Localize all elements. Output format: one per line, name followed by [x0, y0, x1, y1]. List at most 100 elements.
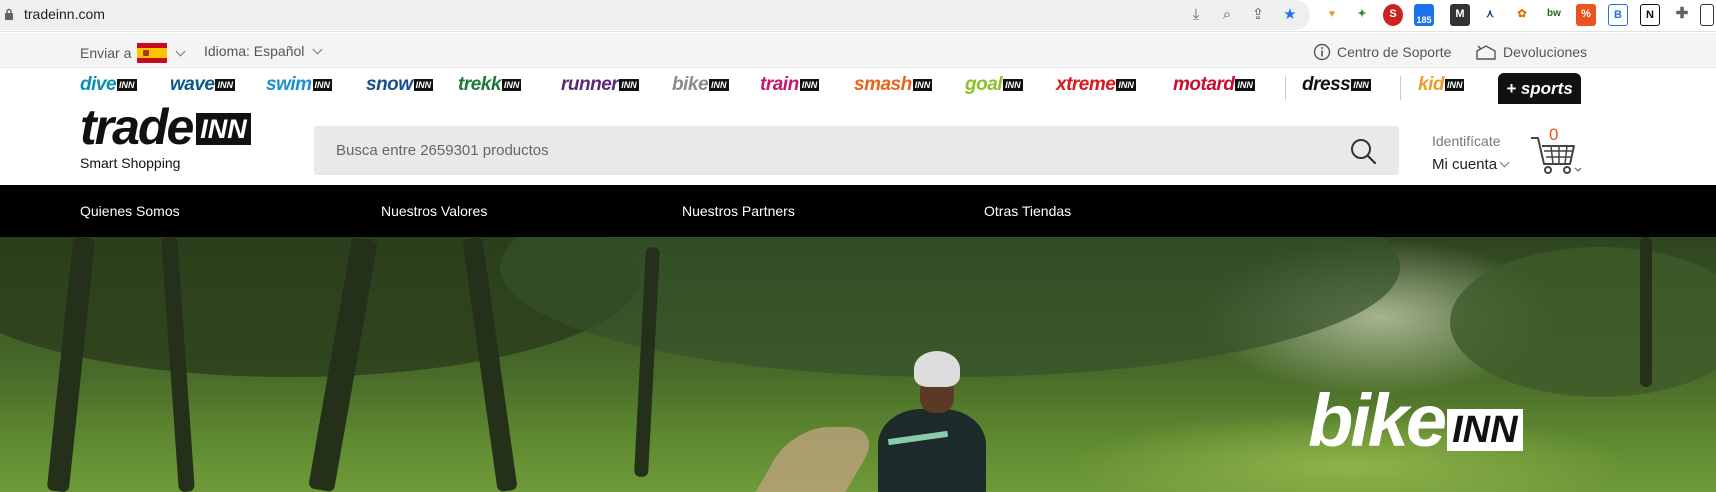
hero-brand-main: bike	[1308, 379, 1447, 462]
brand-name: snow	[366, 74, 413, 95]
brand-link-xtreme[interactable]: xtreme INN	[1056, 74, 1136, 96]
return-box-icon	[1476, 45, 1496, 60]
brand-name: motard	[1173, 74, 1235, 95]
m-extension-icon[interactable]: M	[1450, 4, 1470, 26]
brand-link-motard[interactable]: motard INN	[1173, 74, 1255, 96]
ship-to-label: Enviar a	[80, 45, 132, 61]
brand-link-runner[interactable]: runner INN	[561, 74, 639, 96]
foliage	[1450, 247, 1716, 397]
sidepanel-icon[interactable]	[1700, 4, 1714, 26]
cart-icon	[1531, 137, 1582, 174]
brand-divider	[1285, 76, 1286, 100]
cart-count: 0	[1549, 125, 1559, 144]
extension-badge: 185	[1416, 15, 1432, 25]
login-label[interactable]: Identifícate	[1432, 133, 1508, 149]
nav-about-us[interactable]: Quienes Somos	[80, 203, 180, 219]
brand-suffix: INN	[501, 79, 522, 91]
brand-link-dress[interactable]: dress INN	[1302, 74, 1371, 96]
brand-link-bike[interactable]: bike INN	[672, 74, 729, 96]
brand-name: runner	[561, 74, 619, 95]
brand-suffix: INN	[912, 79, 933, 91]
brand-name: wave	[170, 74, 215, 95]
brand-suffix: INN	[799, 79, 820, 91]
bookmark-star-icon[interactable]: ★	[1280, 5, 1300, 25]
brand-suffix: INN	[117, 79, 137, 91]
account-label[interactable]: Mi cuenta	[1432, 156, 1497, 173]
heart-extension-icon[interactable]: ♥	[1322, 4, 1342, 26]
android-extension-icon[interactable]: ✦	[1352, 4, 1372, 26]
brand-link-kid[interactable]: kid INN	[1418, 74, 1465, 96]
address-bar[interactable]: tradeinn.com ⤓ ⌕ ⇪ ★	[0, 0, 1310, 30]
brand-name: train	[760, 74, 799, 95]
tool-extension-icon[interactable]: ⋏	[1480, 4, 1500, 26]
tree-trunk	[1640, 237, 1652, 387]
brand-link-dive[interactable]: dive INN	[80, 74, 137, 96]
hero-banner[interactable]: bike INN	[0, 237, 1716, 492]
brand-divider	[1400, 76, 1401, 100]
brand-name: smash	[854, 74, 912, 95]
logo-suffix: INN	[196, 113, 251, 145]
brand-suffix: INN	[619, 79, 639, 91]
calendar-extension-icon[interactable]: 185	[1414, 4, 1434, 26]
brand-suffix: INN	[1235, 79, 1255, 91]
brand-link-smash[interactable]: smash INN	[854, 74, 933, 96]
brand-name: trekk	[458, 74, 501, 95]
hero-brand-suffix: INN	[1447, 409, 1523, 451]
support-label: Centro de Soporte	[1337, 44, 1452, 60]
brand-suffix: INN	[1116, 79, 1136, 91]
info-icon	[1313, 43, 1331, 61]
brand-suffix: INN	[1444, 79, 1465, 91]
bw-extension-icon[interactable]: bw	[1544, 4, 1564, 26]
brand-suffix: INN	[413, 79, 434, 91]
s-extension-icon[interactable]: S	[1383, 4, 1403, 26]
spain-flag-icon	[137, 43, 168, 63]
brand-link-snow[interactable]: snow INN	[366, 74, 434, 96]
search-bar	[314, 126, 1399, 175]
site-logo[interactable]: trade INN Smart Shopping	[80, 99, 251, 171]
nav-partners[interactable]: Nuestros Partners	[682, 203, 795, 219]
brand-name: goal	[965, 74, 1003, 95]
brand-suffix: INN	[1351, 79, 1371, 91]
nav-our-values[interactable]: Nuestros Valores	[381, 203, 487, 219]
support-link[interactable]: Centro de Soporte	[1313, 43, 1451, 61]
more-sports-button[interactable]: + sports	[1498, 73, 1581, 104]
cyclist	[878, 409, 986, 492]
cart-button[interactable]: 0	[1529, 125, 1589, 178]
ship-to-selector[interactable]: Enviar a	[80, 43, 186, 63]
brand-suffix: INN	[1003, 79, 1023, 91]
brand-name: xtreme	[1056, 74, 1116, 95]
percent-extension-icon[interactable]: %	[1576, 4, 1596, 26]
brand-name: kid	[1418, 74, 1444, 95]
logo-main: trade	[80, 99, 194, 155]
brand-name: dress	[1302, 74, 1351, 95]
chevron-down-icon	[312, 44, 323, 54]
gear-extension-icon[interactable]: ✿	[1512, 4, 1532, 26]
logo-tagline: Smart Shopping	[80, 155, 181, 171]
search-icon[interactable]	[1349, 137, 1377, 165]
url-text: tradeinn.com	[24, 6, 105, 22]
browser-toolbar: tradeinn.com ⤓ ⌕ ⇪ ★ ♥ ✦ S 185 M ⋏ ✿ bw …	[0, 0, 1716, 32]
returns-label: Devoluciones	[1503, 44, 1588, 60]
download-icon[interactable]: ⤓	[1186, 5, 1206, 25]
brand-link-train[interactable]: train INN	[760, 74, 820, 96]
search-input[interactable]	[336, 126, 1296, 175]
zoom-icon[interactable]: ⌕	[1217, 5, 1237, 25]
brand-suffix: INN	[709, 79, 729, 91]
returns-link[interactable]: Devoluciones	[1475, 43, 1587, 61]
account-menu[interactable]: Identifícate Mi cuenta	[1432, 133, 1510, 173]
brand-name: dive	[80, 74, 117, 95]
b-extension-icon[interactable]: B	[1608, 4, 1628, 26]
brand-link-swim[interactable]: swim INN	[266, 74, 333, 96]
brand-link-wave[interactable]: wave INN	[170, 74, 235, 96]
puzzle-icon[interactable]: ✚	[1672, 4, 1692, 26]
language-selector[interactable]: Idioma: Español	[204, 43, 323, 59]
nav-other-stores[interactable]: Otras Tiendas	[984, 203, 1071, 219]
dirt-path	[746, 427, 884, 492]
brand-name: swim	[266, 74, 312, 95]
chevron-down-icon	[175, 46, 186, 56]
brand-link-goal[interactable]: goal INN	[965, 74, 1023, 96]
lock-icon	[5, 8, 13, 20]
share-icon[interactable]: ⇪	[1248, 5, 1268, 25]
brand-link-trekk[interactable]: trekk INN	[458, 74, 522, 96]
notion-extension-icon[interactable]: N	[1640, 4, 1660, 26]
